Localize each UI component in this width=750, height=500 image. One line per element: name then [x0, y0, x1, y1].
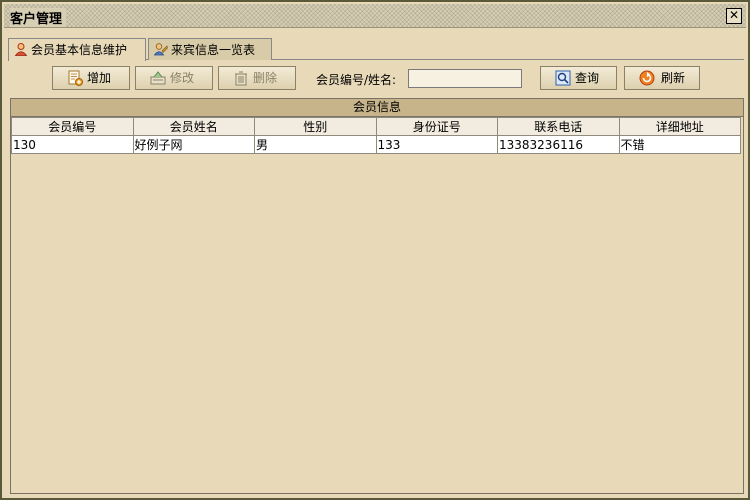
refresh-icon: [639, 70, 655, 86]
cell-gender[interactable]: 男: [254, 135, 377, 154]
column-header-address[interactable]: 详细地址: [618, 117, 741, 136]
tab-guest-list[interactable]: 来宾信息一览表: [148, 38, 272, 60]
cell-id-number[interactable]: 133: [375, 135, 498, 154]
column-header-phone[interactable]: 联系电话: [497, 117, 620, 136]
column-header-id-number[interactable]: 身份证号: [375, 117, 498, 136]
refresh-label: 刷新: [661, 71, 686, 85]
delete-button[interactable]: 删除: [218, 66, 296, 90]
tab-label: 来宾信息一览表: [171, 43, 256, 57]
title-bar[interactable]: 客户管理 ✕: [4, 4, 746, 28]
close-button[interactable]: ✕: [726, 8, 742, 24]
column-header-member-id[interactable]: 会员编号: [11, 117, 134, 136]
query-button[interactable]: 查询: [540, 66, 617, 90]
tab-label: 会员基本信息维护: [31, 43, 128, 57]
window-title: 客户管理: [10, 8, 67, 27]
search-label: 会员编号/姓名:: [316, 73, 397, 87]
add-button[interactable]: 增加: [52, 66, 130, 90]
column-header-member-name[interactable]: 会员姓名: [132, 117, 255, 136]
cell-address[interactable]: 不错: [618, 135, 741, 154]
refresh-button[interactable]: 刷新: [624, 66, 700, 90]
user-icon: [14, 43, 28, 56]
cell-member-id[interactable]: 130: [11, 135, 134, 154]
tab-strip: 会员基本信息维护 来宾信息一览表: [8, 38, 744, 61]
cell-member-name[interactable]: 好例子网: [132, 135, 255, 154]
customer-management-window: 客户管理 ✕ 会员基本信息维护 来宾信息一览表 增加 修改 删除 会员编号/姓名…: [0, 0, 750, 500]
edit-icon: [150, 71, 166, 85]
edit-label: 修改: [170, 71, 195, 85]
delete-label: 删除: [253, 71, 278, 85]
edit-button[interactable]: 修改: [135, 66, 213, 90]
grid-caption: 会员信息: [11, 99, 743, 117]
table-row[interactable]: 130 好例子网 男 133 13383236116 不错: [11, 135, 741, 154]
header-row: 会员编号 会员姓名 性别 身份证号 联系电话 详细地址: [11, 117, 741, 136]
member-table: 会员编号 会员姓名 性别 身份证号 联系电话 详细地址 130 好例子网 男 1…: [11, 117, 741, 154]
tab-member-info[interactable]: 会员基本信息维护: [8, 38, 146, 61]
search-input[interactable]: [408, 69, 522, 88]
query-label: 查询: [575, 71, 600, 85]
member-grid: 会员信息 会员编号 会员姓名 性别 身份证号 联系电话 详细地址 130 好例子…: [10, 98, 744, 494]
add-document-icon: [68, 70, 83, 86]
trash-icon: [235, 71, 247, 86]
search-icon: [555, 70, 571, 86]
users-icon: [154, 43, 168, 56]
cell-phone[interactable]: 13383236116: [497, 135, 620, 154]
add-label: 增加: [87, 71, 112, 85]
column-header-gender[interactable]: 性别: [254, 117, 377, 136]
